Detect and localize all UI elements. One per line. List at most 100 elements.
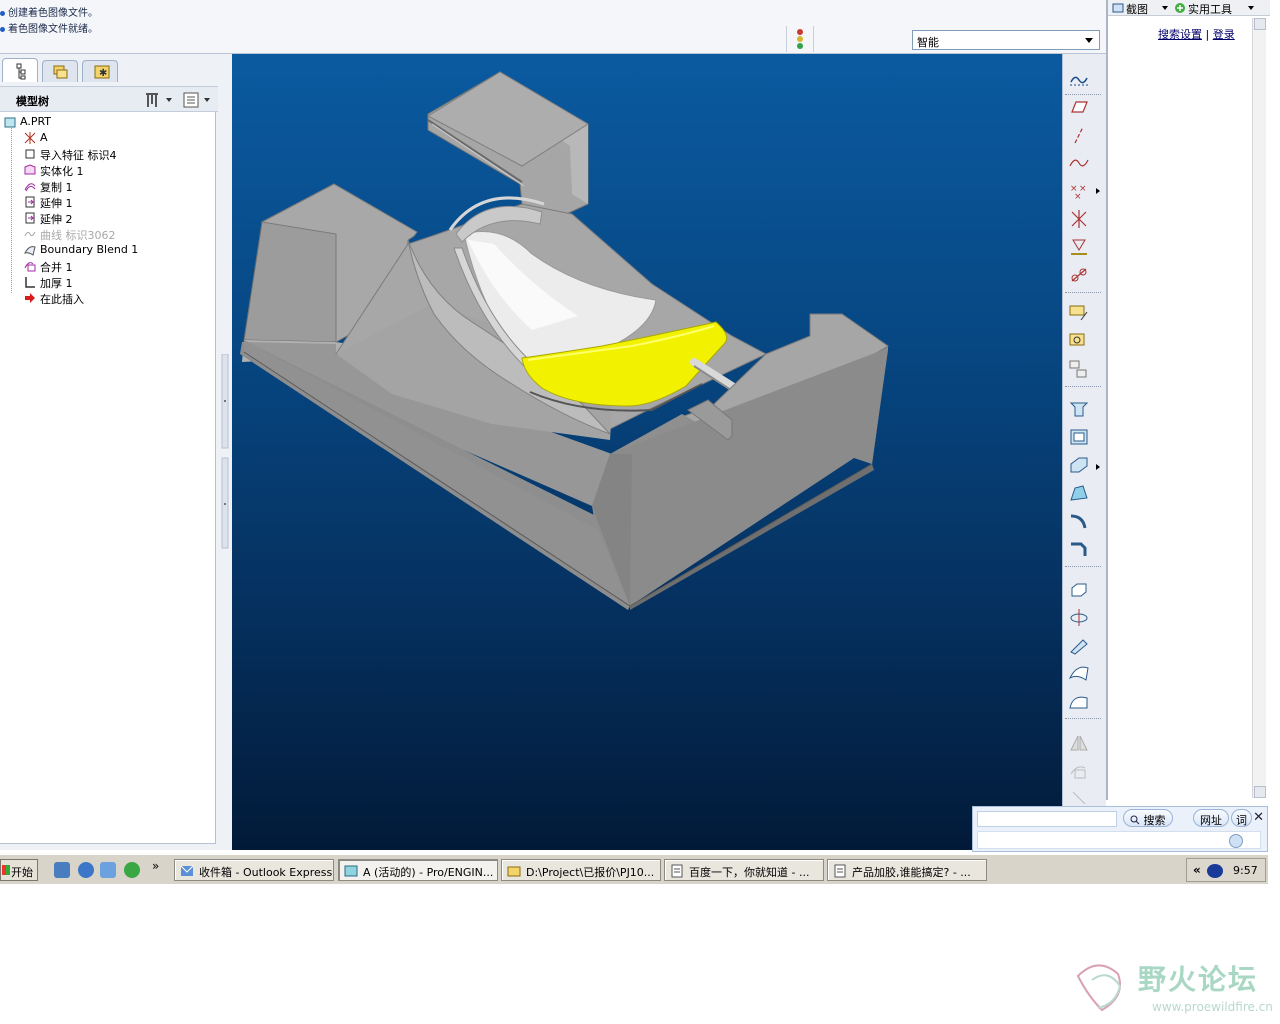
- variable-sweep-button[interactable]: [1067, 634, 1091, 656]
- shell-icon: [1070, 429, 1088, 445]
- merge-button[interactable]: [1067, 760, 1091, 782]
- hole-button[interactable]: [1067, 398, 1091, 420]
- tab-model-tree[interactable]: [2, 58, 38, 82]
- round-button[interactable]: [1067, 510, 1091, 532]
- chevron-down-icon: [1248, 6, 1254, 10]
- copy-geometry-button[interactable]: [1067, 358, 1091, 380]
- navigator-tabs: ✱: [0, 58, 220, 84]
- utility-tools-button[interactable]: 实用工具: [1174, 1, 1258, 16]
- graphics-window[interactable]: [232, 54, 1062, 850]
- boundary-blend-button[interactable]: [1067, 662, 1091, 684]
- message-area: 创建着色图像文件。 着色图像文件就绪。 智能: [0, 0, 1106, 54]
- style-button[interactable]: [1067, 690, 1091, 712]
- scroll-down-icon[interactable]: [1254, 786, 1266, 798]
- model-tree-title: 模型树: [16, 95, 49, 108]
- datum-curve-button[interactable]: [1067, 264, 1091, 286]
- forum-watermark: 野火论坛 www.proewildfire.cn: [1068, 956, 1274, 1020]
- merge-icon: [24, 262, 36, 272]
- rib-button[interactable]: [1067, 454, 1091, 476]
- tray-app-icon[interactable]: [1207, 864, 1223, 878]
- taskbar-item-baidu[interactable]: 百度一下，你就知道 - ...: [664, 859, 824, 881]
- search-toolbar: 搜索 网址 词 ✕: [972, 806, 1268, 852]
- scroll-up-icon[interactable]: [1254, 18, 1266, 30]
- placement-icon: [1069, 305, 1088, 321]
- show-hidden-icons-button[interactable]: «: [1193, 863, 1201, 877]
- sketch-curve-icon: [1069, 159, 1089, 167]
- datum-point-button[interactable]: × × ×: [1067, 180, 1091, 202]
- hole-icon: [1069, 402, 1089, 417]
- placement-button[interactable]: [1067, 302, 1091, 324]
- taskbar-item-folder[interactable]: D:\Project\已报价\PJ10...: [501, 859, 661, 881]
- draft-icon: [1070, 485, 1088, 501]
- dictionary-button[interactable]: 词: [1231, 809, 1252, 827]
- merge-icon: [1070, 766, 1086, 779]
- datum-axis-button[interactable]: [1067, 124, 1091, 146]
- browser-toolbar: 截图 实用工具: [1108, 0, 1270, 16]
- outlook-express-icon: [180, 865, 194, 876]
- navigator-panel: ✱ 模型树 A.PRT A 导入特征 标识4 实体化 1 复制 1 延伸 1 延…: [0, 54, 232, 850]
- analysis-button[interactable]: [1067, 236, 1091, 258]
- folder-browser-tab-icon: [53, 65, 68, 79]
- url-button[interactable]: 网址: [1193, 809, 1229, 827]
- screenshot-button[interactable]: 截图: [1112, 1, 1172, 16]
- taskbar-item-outlook[interactable]: 收件箱 - Outlook Express: [174, 859, 334, 881]
- regeneration-status-icon[interactable]: [786, 26, 814, 52]
- quick-launch-more[interactable]: »: [152, 859, 159, 873]
- system-tray: « 9:57: [1186, 858, 1266, 882]
- round-icon: [1070, 514, 1087, 529]
- embedded-browser: 截图 实用工具 搜索设置 | 登录: [1106, 0, 1270, 800]
- tab-folder-browser[interactable]: [42, 60, 78, 82]
- more-arrow-icon[interactable]: [1096, 188, 1100, 194]
- mirror-button[interactable]: [1067, 732, 1091, 754]
- message-bullet-icon: [0, 10, 5, 16]
- extend-icon: [25, 196, 35, 208]
- start-button[interactable]: 开始: [0, 859, 38, 881]
- insert-here-arrow-icon: [25, 293, 35, 303]
- chamfer-button[interactable]: [1067, 538, 1091, 560]
- datum-display-button[interactable]: [1067, 68, 1091, 90]
- revolve-button[interactable]: [1067, 606, 1091, 628]
- folder-icon: [507, 866, 521, 877]
- desktop-screen: 创建着色图像文件。 着色图像文件就绪。 智能 ✱ 模型树 A.PRT A 导入特…: [0, 0, 1280, 1024]
- message-line: 着色图像文件就绪。: [0, 20, 98, 35]
- search-history-field[interactable]: [977, 831, 1261, 849]
- taskbar-item-proengineer[interactable]: A (活动的) - Pro/ENGIN...: [338, 859, 498, 881]
- analysis-feature-icon: [1071, 239, 1087, 255]
- browser-page-icon: [834, 864, 846, 878]
- tab-favorites[interactable]: ✱: [82, 60, 118, 82]
- more-arrow-icon[interactable]: [1096, 464, 1100, 470]
- search-settings-link[interactable]: 搜索设置: [1158, 28, 1202, 41]
- part-icon: [4, 117, 16, 128]
- windows-flag-icon: [2, 865, 10, 875]
- panel-splitter[interactable]: [220, 354, 230, 604]
- quick-launch-outlook-icon[interactable]: [100, 862, 116, 878]
- clock[interactable]: 9:57: [1233, 864, 1258, 877]
- draft-button[interactable]: [1067, 482, 1091, 504]
- selection-filter-dropdown[interactable]: 智能: [912, 30, 1100, 50]
- quick-launch-desktop-icon[interactable]: [54, 862, 70, 878]
- tree-settings-button[interactable]: [144, 90, 178, 110]
- selection-filter-value: 智能: [917, 36, 939, 49]
- login-link[interactable]: 登录: [1213, 28, 1235, 41]
- sketched-curve-button[interactable]: [1067, 152, 1091, 174]
- user-defined-feature-button[interactable]: [1067, 330, 1091, 352]
- taskbar-item-forum[interactable]: 产品加胶,谁能搞定? - ...: [827, 859, 987, 881]
- csys-button[interactable]: [1067, 208, 1091, 230]
- search-button[interactable]: 搜索: [1123, 809, 1173, 827]
- quick-launch-refresh-icon[interactable]: [124, 862, 140, 878]
- quick-launch-ie-icon[interactable]: [78, 862, 94, 878]
- thicken-icon: [25, 277, 35, 288]
- extrude-button[interactable]: [1067, 578, 1091, 600]
- svg-text:✱: ✱: [99, 68, 107, 79]
- style-surface-icon: [1069, 696, 1088, 709]
- close-icon[interactable]: ✕: [1253, 810, 1264, 825]
- datum-plane-button[interactable]: [1067, 96, 1091, 118]
- shell-button[interactable]: [1067, 426, 1091, 448]
- tree-show-button[interactable]: [182, 90, 216, 110]
- mold-part-model: [240, 71, 889, 610]
- message-bullet-icon: [0, 26, 5, 32]
- settings-icon[interactable]: [1229, 834, 1243, 848]
- browser-scrollbar[interactable]: [1252, 18, 1266, 798]
- search-input[interactable]: [977, 811, 1117, 827]
- datum-plane-icon: [1071, 101, 1088, 113]
